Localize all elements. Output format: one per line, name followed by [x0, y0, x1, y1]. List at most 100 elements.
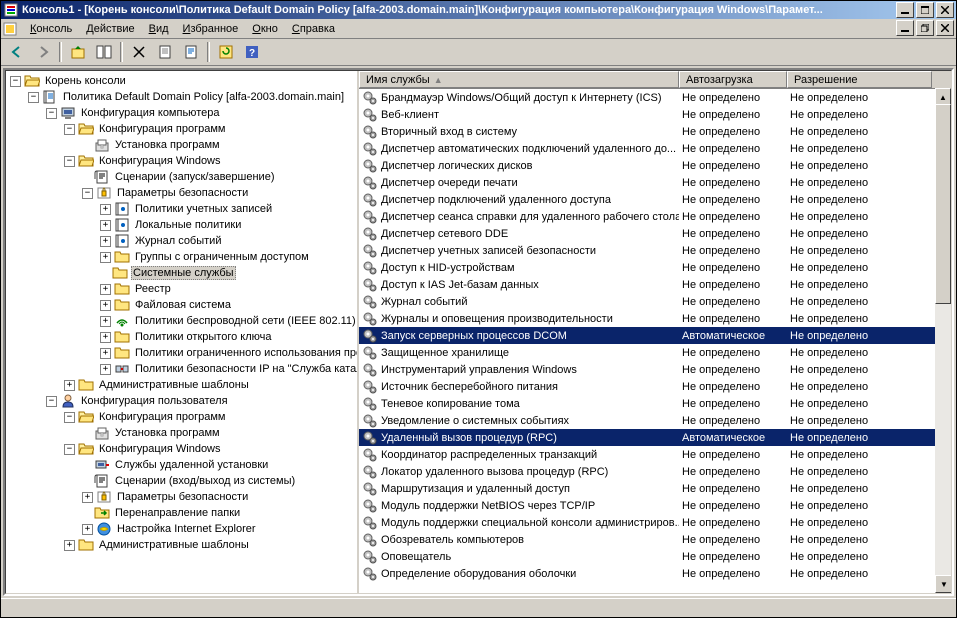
service-row[interactable]: Источник бесперебойного питанияНе опреде…: [359, 378, 951, 395]
service-row[interactable]: Координатор распределенных транзакцийНе …: [359, 446, 951, 463]
service-row[interactable]: Журналы и оповещения производительностиН…: [359, 310, 951, 327]
tree-node[interactable]: +Журнал событий: [6, 233, 357, 249]
service-row[interactable]: Брандмауэр Windows/Общий доступ к Интерн…: [359, 89, 951, 106]
properties-button[interactable]: [153, 40, 177, 64]
menu-view[interactable]: Вид: [142, 21, 176, 37]
service-row[interactable]: Инструментарий управления WindowsНе опре…: [359, 361, 951, 378]
expand-icon[interactable]: +: [100, 220, 111, 231]
service-row[interactable]: Доступ к IAS Jet-базам данныхНе определе…: [359, 276, 951, 293]
service-row[interactable]: Диспетчер сеанса справки для удаленного …: [359, 208, 951, 225]
expand-icon[interactable]: +: [82, 492, 93, 503]
expand-icon[interactable]: +: [100, 236, 111, 247]
service-row[interactable]: Вторичный вход в системуНе определеноНе …: [359, 123, 951, 140]
service-row[interactable]: Локатор удаленного вызова процедур (RPC)…: [359, 463, 951, 480]
collapse-icon[interactable]: −: [10, 76, 21, 87]
tree-node[interactable]: −Конфигурация программ: [6, 121, 357, 137]
tree-node[interactable]: +Политики безопасности IP на "Служба кат…: [6, 361, 357, 377]
refresh-button[interactable]: [214, 40, 238, 64]
show-hide-tree-button[interactable]: [92, 40, 116, 64]
list-body[interactable]: Брандмауэр Windows/Общий доступ к Интерн…: [359, 89, 951, 593]
menu-help[interactable]: Справка: [285, 21, 342, 37]
tree-node[interactable]: −Политика Default Domain Policy [alfa-20…: [6, 89, 357, 105]
col-startup[interactable]: Автозагрузка: [679, 71, 787, 88]
service-row[interactable]: Диспетчер учетных записей безопасностиНе…: [359, 242, 951, 259]
tree-node[interactable]: −Параметры безопасности: [6, 185, 357, 201]
service-row[interactable]: ОповещательНе определеноНе определено: [359, 548, 951, 565]
service-row[interactable]: Уведомление о системных событияхНе опред…: [359, 412, 951, 429]
minimize-button[interactable]: [896, 2, 914, 18]
collapse-icon[interactable]: −: [46, 396, 57, 407]
tree-node[interactable]: −Конфигурация Windows: [6, 441, 357, 457]
vertical-scrollbar[interactable]: ▲ ▼: [935, 88, 951, 593]
tree-node[interactable]: +Политики ограниченного использования пр…: [6, 345, 357, 361]
menu-action[interactable]: Действие: [79, 21, 141, 37]
tree-node[interactable]: +Параметры безопасности: [6, 489, 357, 505]
service-row[interactable]: Удаленный вызов процедур (RPC)Автоматиче…: [359, 429, 951, 446]
tree-node[interactable]: +Политики учетных записей: [6, 201, 357, 217]
help-button[interactable]: ?: [240, 40, 264, 64]
maximize-button[interactable]: [916, 2, 934, 18]
mdi-close-button[interactable]: [936, 20, 954, 36]
service-row[interactable]: Модуль поддержки NetBIOS через TCP/IPНе …: [359, 497, 951, 514]
back-button[interactable]: [5, 40, 29, 64]
scroll-down-button[interactable]: ▼: [935, 575, 951, 593]
close-button[interactable]: [936, 2, 954, 18]
collapse-icon[interactable]: −: [28, 92, 39, 103]
expand-icon[interactable]: +: [100, 204, 111, 215]
collapse-icon[interactable]: −: [64, 156, 75, 167]
tree-node[interactable]: −Конфигурация пользователя: [6, 393, 357, 409]
col-service-name[interactable]: Имя службы▲: [359, 71, 679, 88]
tree-node[interactable]: +Административные шаблоны: [6, 537, 357, 553]
service-row[interactable]: Диспетчер логических дисковНе определено…: [359, 157, 951, 174]
tree-node[interactable]: −Конфигурация программ: [6, 409, 357, 425]
service-row[interactable]: Теневое копирование томаНе определеноНе …: [359, 395, 951, 412]
mdi-restore-button[interactable]: [916, 20, 934, 36]
tree-node[interactable]: −Конфигурация компьютера: [6, 105, 357, 121]
expand-icon[interactable]: +: [100, 300, 111, 311]
tree-node[interactable]: −Корень консоли: [6, 73, 357, 89]
tree-node[interactable]: Установка программ: [6, 137, 357, 153]
collapse-icon[interactable]: −: [82, 188, 93, 199]
service-row[interactable]: Определение оборудования оболочкиНе опре…: [359, 565, 951, 582]
tree-node[interactable]: +Политики открытого ключа: [6, 329, 357, 345]
tree-node[interactable]: Перенаправление папки: [6, 505, 357, 521]
collapse-icon[interactable]: −: [64, 124, 75, 135]
col-permission[interactable]: Разрешение: [787, 71, 932, 88]
expand-icon[interactable]: +: [100, 316, 111, 327]
export-button[interactable]: [179, 40, 203, 64]
collapse-icon[interactable]: −: [64, 412, 75, 423]
scroll-thumb[interactable]: [935, 104, 951, 304]
service-row[interactable]: Запуск серверных процессов DCOMАвтоматич…: [359, 327, 951, 344]
tree-node[interactable]: +Локальные политики: [6, 217, 357, 233]
menu-window[interactable]: Окно: [245, 21, 285, 37]
collapse-icon[interactable]: −: [64, 444, 75, 455]
expand-icon[interactable]: +: [100, 348, 111, 359]
service-row[interactable]: Доступ к HID-устройствамНе определеноНе …: [359, 259, 951, 276]
expand-icon[interactable]: +: [100, 332, 111, 343]
up-button[interactable]: [66, 40, 90, 64]
service-row[interactable]: Модуль поддержки специальной консоли адм…: [359, 514, 951, 531]
tree-node[interactable]: −Конфигурация Windows: [6, 153, 357, 169]
service-row[interactable]: Обозреватель компьютеровНе определеноНе …: [359, 531, 951, 548]
service-row[interactable]: Диспетчер автоматических подключений уда…: [359, 140, 951, 157]
collapse-icon[interactable]: −: [46, 108, 57, 119]
tree-node[interactable]: +Файловая система: [6, 297, 357, 313]
expand-icon[interactable]: +: [64, 380, 75, 391]
delete-button[interactable]: [127, 40, 151, 64]
tree-node[interactable]: Установка программ: [6, 425, 357, 441]
tree-node[interactable]: +Реестр: [6, 281, 357, 297]
tree-node[interactable]: +Административные шаблоны: [6, 377, 357, 393]
tree-node[interactable]: +Политики беспроводной сети (IEEE 802.11…: [6, 313, 357, 329]
forward-button[interactable]: [31, 40, 55, 64]
tree-node[interactable]: +Группы с ограниченным доступом: [6, 249, 357, 265]
expand-icon[interactable]: +: [100, 364, 111, 375]
service-row[interactable]: Защищенное хранилищеНе определеноНе опре…: [359, 344, 951, 361]
tree-node[interactable]: Сценарии (запуск/завершение): [6, 169, 357, 185]
service-row[interactable]: Диспетчер сетевого DDEНе определеноНе оп…: [359, 225, 951, 242]
tree-node[interactable]: +Настройка Internet Explorer: [6, 521, 357, 537]
menu-console[interactable]: Консоль: [23, 21, 79, 37]
service-row[interactable]: Диспетчер очереди печатиНе определеноНе …: [359, 174, 951, 191]
tree-node[interactable]: Сценарии (вход/выход из системы): [6, 473, 357, 489]
menu-favorites[interactable]: Избранное: [176, 21, 246, 37]
tree-node[interactable]: Системные службы: [6, 265, 357, 281]
